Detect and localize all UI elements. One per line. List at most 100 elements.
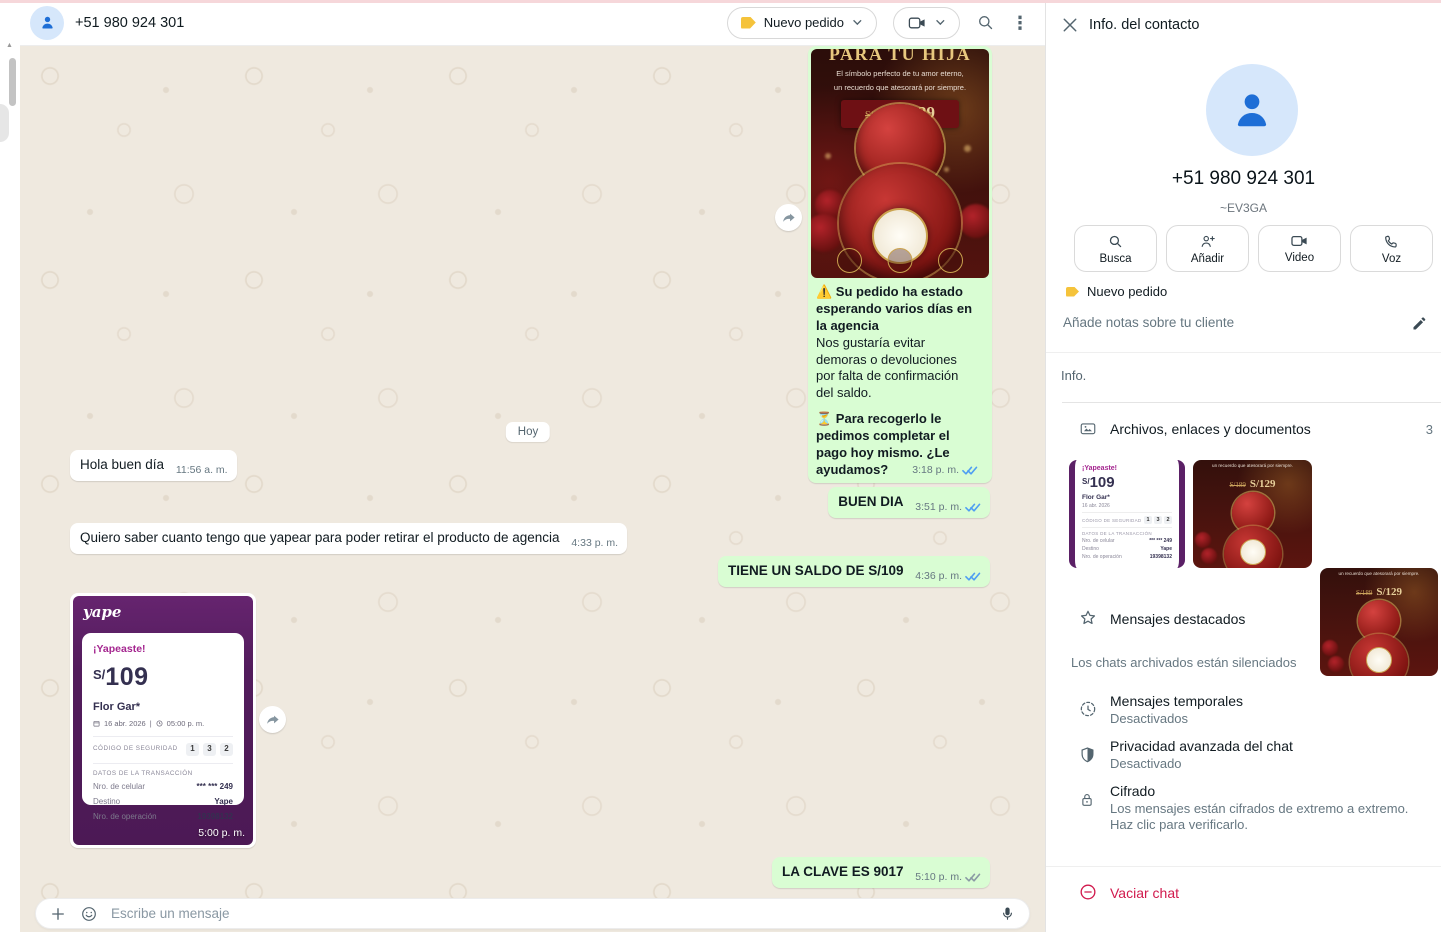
client-notes-field[interactable]: Añade notas sobre tu cliente [1063,315,1234,330]
clock-icon [156,720,163,727]
message-in-media[interactable]: yape ¡Yapeaste! S/109 Flor Gar* 16 abr. … [70,593,256,848]
edit-notes-button[interactable] [1411,315,1428,332]
starred-messages-row[interactable]: Mensajes destacados [1110,611,1245,627]
clear-chat-button[interactable]: Vaciar chat [1110,885,1179,901]
chat-header: +51 980 924 301 Nuevo pedido ⋮ [20,0,1045,46]
left-scroll-strip: ▲ [0,0,20,932]
chat-menu-button[interactable]: ⋮ [1011,14,1029,32]
contact-avatar-large[interactable] [1206,64,1298,156]
message-out[interactable]: LA CLAVE ES 9017 5:10 p. m. [772,857,990,888]
lock-icon [1078,790,1096,810]
person-icon [1226,84,1278,136]
contact-avatar[interactable] [30,6,64,40]
section-divider [1046,352,1441,353]
add-contact-button[interactable]: Añadir [1166,225,1249,272]
shield-icon [1078,745,1097,765]
yape-currency: S/ [93,667,105,682]
media-thumbnail-promo[interactable]: un recuerdo que atesorará por siempre. S… [1320,568,1438,676]
message-input[interactable]: Escribe un mensaje [111,906,986,921]
promo-image[interactable]: PARA TU HIJA El símbolo perfecto de tu a… [811,49,989,278]
gold-badge [837,248,862,273]
promo-title: PARA TU HIJA [811,49,989,66]
section-divider [1062,402,1441,403]
panel-title: Info. del contacto [1089,17,1199,33]
scroll-up-arrow[interactable]: ▲ [6,42,13,49]
bokeh-dot [944,167,949,172]
new-order-button[interactable]: Nuevo pedido [727,7,877,39]
timer-icon [1078,699,1098,719]
person-add-icon [1199,233,1217,250]
media-folder-icon [1078,419,1098,437]
transaction-label: DATOS DE LA TRANSACCIÓN [93,770,233,779]
tx-row: Nro. de celular*** *** 249 [93,782,233,793]
advanced-privacy-row[interactable]: Privacidad avanzada del chat [1110,738,1293,754]
new-order-label: Nuevo pedido [764,15,844,30]
yape-title: ¡Yapeaste! [93,642,233,656]
message-text: LA CLAVE ES 9017 [782,864,904,879]
promo-line1: El símbolo perfecto de tu amor eterno, [811,69,989,80]
message-in[interactable]: Quiero saber cuanto tengo que yapear par… [70,523,627,554]
security-digit: 1 [186,743,199,756]
encryption-row[interactable]: Cifrado [1110,783,1155,799]
forward-button[interactable] [775,204,802,231]
scrollbar-thumb[interactable] [9,58,16,106]
read-checks-icon [965,502,981,513]
message-meta: 3:18 p. m. [912,464,978,478]
thumb-yape-date: 16 abr. 2026 [1082,503,1172,509]
bokeh-dot [964,145,971,152]
order-tag-row[interactable]: Nuevo pedido [1066,284,1167,299]
rose-decoration [959,204,989,238]
chat-header-actions: Nuevo pedido ⋮ [727,7,1029,39]
tag-icon [741,17,756,29]
voice-record-button[interactable] [999,905,1016,922]
files-count[interactable]: 3 [1426,422,1433,437]
message-out[interactable]: BUEN DIA 3:51 p. m. [828,487,990,518]
read-checks-icon [962,465,978,476]
media-thumbnail-yape[interactable]: ¡Yapeaste! S/109 Flor Gar* 16 abr. 2026 … [1069,460,1185,568]
thumb-promo-text: un recuerdo que atesorará por siempre. [1320,571,1438,576]
star-icon [1078,608,1098,628]
voice-action-button[interactable]: Voz [1350,225,1433,272]
files-section-row[interactable]: Archivos, enlaces y documentos [1110,421,1311,437]
search-icon [976,13,995,32]
message-in[interactable]: Hola buen día 11:56 a. m. [70,450,237,481]
forward-icon [780,209,797,226]
chat-contact-name[interactable]: +51 980 924 301 [75,15,184,31]
lock-icon [1078,790,1096,810]
message-text: BUEN DIA [838,494,903,509]
caption-warning: ⚠️ Su pedido ha estado esperando varios … [816,284,978,335]
yape-logo: yape [83,602,121,622]
read-checks-icon [965,571,981,582]
collapsed-sidebar-tab[interactable] [0,104,9,142]
yape-receipt-image[interactable]: yape ¡Yapeaste! S/109 Flor Gar* 16 abr. … [73,596,253,845]
video-action-button[interactable]: Video [1258,225,1341,272]
video-icon [1290,233,1309,249]
panel-contact-alias: ~EV3GA [1046,201,1441,215]
gold-badge [888,248,913,273]
message-meta: 4:33 p. m. [571,536,618,550]
chevron-down-icon [935,19,946,26]
tx-row: DestinoYape [93,797,233,808]
media-folder-icon [1078,419,1098,437]
pencil-icon [1411,315,1428,332]
forward-icon [264,711,281,728]
media-thumbnail-promo[interactable]: un recuerdo que atesorará por siempre. S… [1193,460,1312,568]
message-out[interactable]: TIENE UN SALDO DE S/109 4:36 p. m. [718,556,990,587]
message-time: 3:18 p. m. [912,464,959,478]
search-in-chat-button[interactable] [976,13,995,32]
action-label: Voz [1382,253,1401,265]
thumb-yape-name: Flor Gar* [1082,494,1172,501]
attach-button[interactable] [49,905,67,923]
temporary-messages-row[interactable]: Mensajes temporales [1110,693,1243,709]
emoji-button[interactable] [80,905,98,923]
shield-icon [1078,745,1097,765]
search-action-button[interactable]: Busca [1074,225,1157,272]
message-out-media[interactable]: PARA TU HIJA El símbolo perfecto de tu a… [808,46,992,483]
forward-button[interactable] [259,706,286,733]
security-label: CÓDIGO DE SEGURIDAD [93,745,178,754]
yape-security-row: CÓDIGO DE SEGURIDAD 1 3 2 [93,743,233,756]
day-divider: Hoy [506,422,550,442]
video-call-button[interactable] [893,7,960,39]
close-panel-button[interactable] [1061,16,1079,34]
mic-icon [999,905,1016,922]
